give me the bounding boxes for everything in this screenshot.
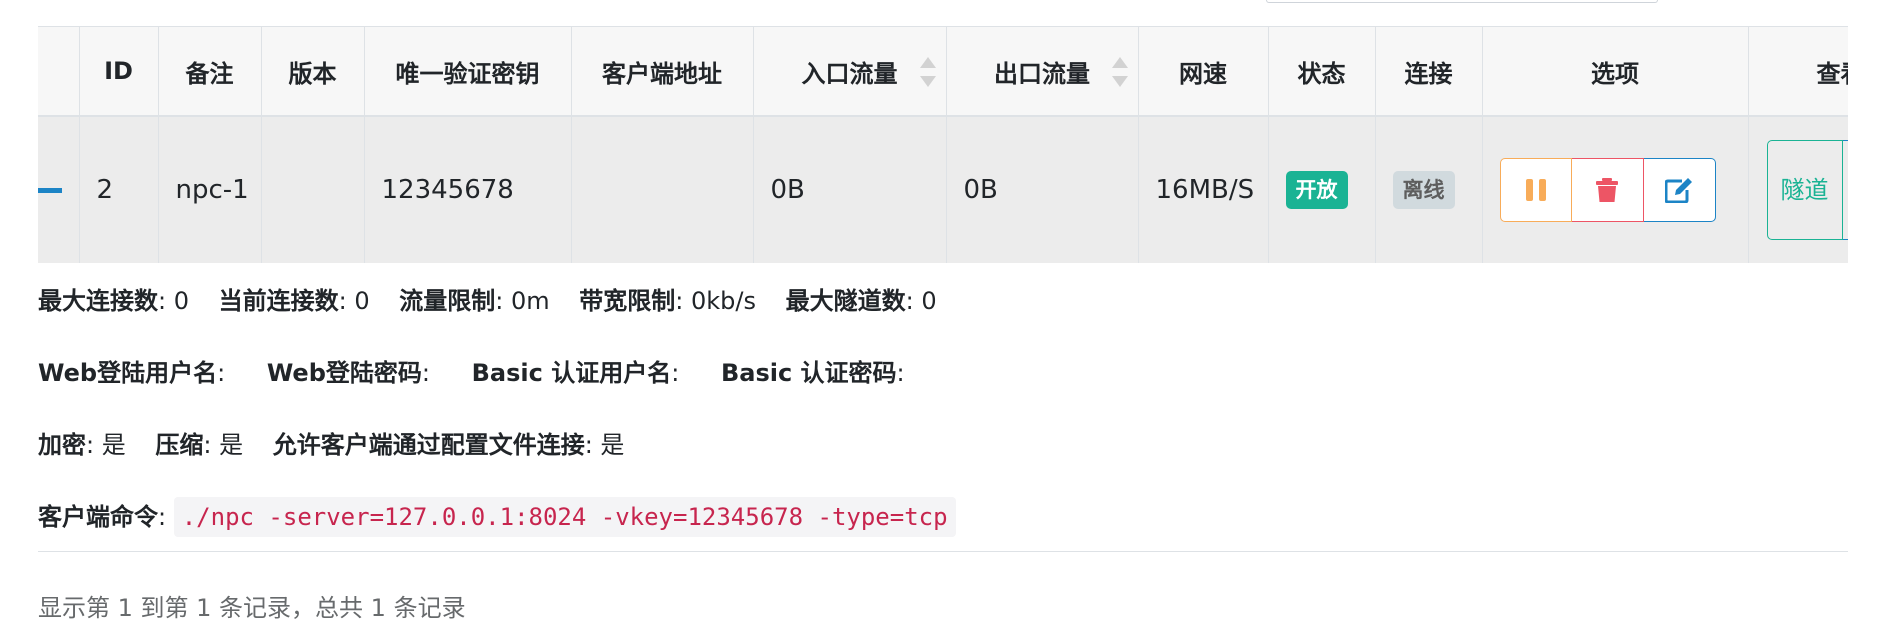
collapse-icon[interactable] <box>38 187 62 193</box>
cell-remark: npc-1 <box>158 116 262 263</box>
column-header-in-flow[interactable]: 入口流量 <box>753 27 947 117</box>
cell-out-flow: 0B <box>946 116 1139 263</box>
column-header-id: ID <box>79 27 159 117</box>
table-row: 2 npc-1 12345678 0B 0B 16MB/S 开放 离线 隧道 <box>38 116 1848 263</box>
cell-version <box>261 116 365 263</box>
basic-user-label: Basic 认证用户名 <box>471 359 672 387</box>
search-input[interactable] <box>1266 0 1658 3</box>
expand-column-header <box>38 27 80 117</box>
cell-speed: 16MB/S <box>1138 116 1269 263</box>
pause-icon <box>1525 179 1546 201</box>
flow-limit-label: 流量限制 <box>399 287 496 315</box>
column-header-vkey: 唯一验证密钥 <box>364 27 572 117</box>
column-header-status: 状态 <box>1268 27 1376 117</box>
limits-line: 最大连接数: 0 当前连接数: 0 流量限制: 0m 带宽限制: 0kb/s 最… <box>38 265 1848 337</box>
flow-limit-value: : 0m <box>495 287 550 315</box>
cell-status: 开放 <box>1268 116 1376 263</box>
sort-icon[interactable] <box>1111 57 1128 87</box>
table-header-row: ID 备注 版本 唯一验证密钥 客户端地址 入口流量 出口流量 网速 状态 连接… <box>38 27 1849 117</box>
column-header-version: 版本 <box>261 27 365 117</box>
cur-conn-label: 当前连接数 <box>218 287 339 315</box>
client-list-page: ID 备注 版本 唯一验证密钥 客户端地址 入口流量 出口流量 网速 状态 连接… <box>0 0 1878 626</box>
cmd-label: 客户端命令 <box>38 503 158 531</box>
pagination-info: 显示第 1 到第 1 条记录，总共 1 条记录 <box>38 594 466 622</box>
compress-value: : 是 <box>203 431 244 459</box>
cell-in-flow: 0B <box>753 116 947 263</box>
sort-icon[interactable] <box>919 57 936 87</box>
config-conn-value: : 是 <box>584 431 625 459</box>
basic-user-value: : <box>671 359 680 387</box>
expand-cell[interactable] <box>38 116 80 263</box>
cell-connection: 离线 <box>1375 116 1483 263</box>
cell-client-addr <box>571 116 754 263</box>
web-pass-value: : <box>421 359 430 387</box>
connection-badge: 离线 <box>1392 171 1455 209</box>
cell-view: 隧道 <box>1748 116 1848 263</box>
view-header-label: 查看 <box>1816 59 1849 88</box>
auth-line: Web登陆用户名: Web登陆密码: Basic 认证用户名: Basic 认证… <box>38 337 1848 409</box>
cmd-colon: : <box>158 503 167 531</box>
column-header-remark: 备注 <box>158 27 262 117</box>
compress-label: 压缩 <box>155 431 204 459</box>
column-header-out-flow[interactable]: 出口流量 <box>946 27 1139 117</box>
client-details: 最大连接数: 0 当前连接数: 0 流量限制: 0m 带宽限制: 0kb/s 最… <box>38 265 1848 553</box>
status-badge: 开放 <box>1285 171 1348 209</box>
web-pass-label: Web登陆密码 <box>266 359 422 387</box>
column-header-view: 查看 <box>1748 27 1849 117</box>
max-tunnel-value: : 0 <box>905 287 937 315</box>
column-header-options: 选项 <box>1482 27 1749 117</box>
encrypt-value: : 是 <box>86 431 126 459</box>
max-conn-value: : 0 <box>158 287 189 315</box>
pause-button[interactable] <box>1499 158 1572 222</box>
view-button-group: 隧道 <box>1766 140 1848 240</box>
cell-id: 2 <box>79 116 159 263</box>
cur-conn-value: : 0 <box>338 287 370 315</box>
web-user-value: : <box>217 359 226 387</box>
trash-icon <box>1596 178 1618 202</box>
column-header-connection: 连接 <box>1375 27 1483 117</box>
edit-icon <box>1665 178 1692 203</box>
max-conn-label: 最大连接数 <box>38 287 158 315</box>
basic-pass-value: : <box>896 359 905 387</box>
view-more-button[interactable] <box>1842 140 1848 240</box>
cell-vkey: 12345678 <box>364 116 572 263</box>
client-command-code[interactable]: ./npc -server=127.0.0.1:8024 -vkey=12345… <box>173 497 956 537</box>
delete-button[interactable] <box>1571 158 1644 222</box>
max-tunnel-label: 最大隧道数 <box>785 287 906 315</box>
cell-options <box>1482 116 1749 263</box>
basic-pass-label: Basic 认证密码 <box>720 359 897 387</box>
client-table: ID 备注 版本 唯一验证密钥 客户端地址 入口流量 出口流量 网速 状态 连接… <box>38 26 1848 265</box>
bw-limit-label: 带宽限制 <box>579 287 676 315</box>
command-line: 客户端命令: ./npc -server=127.0.0.1:8024 -vke… <box>38 481 1848 553</box>
in-flow-header-label: 入口流量 <box>801 59 898 88</box>
divider <box>38 551 1848 552</box>
out-flow-header-label: 出口流量 <box>994 59 1090 88</box>
options-button-group <box>1499 158 1716 222</box>
config-conn-label: 允许客户端通过配置文件连接 <box>272 431 585 459</box>
web-user-label: Web登陆用户名 <box>38 359 218 387</box>
edit-button[interactable] <box>1643 158 1716 222</box>
bw-limit-value: : 0kb/s <box>675 287 756 315</box>
column-header-speed: 网速 <box>1138 27 1269 117</box>
encrypt-label: 加密 <box>38 431 86 459</box>
tunnel-button[interactable]: 隧道 <box>1766 140 1843 240</box>
column-header-client-addr: 客户端地址 <box>571 27 754 117</box>
options-line: 加密: 是 压缩: 是 允许客户端通过配置文件连接: 是 <box>38 409 1848 481</box>
